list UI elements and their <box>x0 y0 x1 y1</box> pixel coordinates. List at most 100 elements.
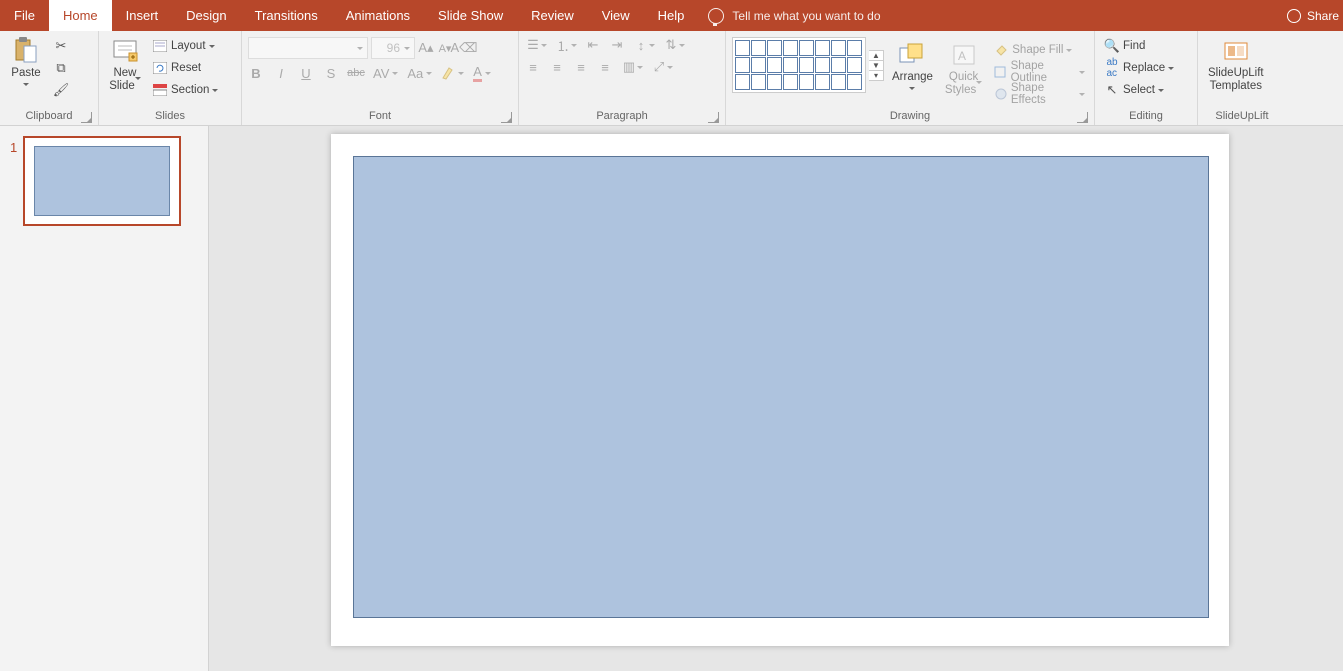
tab-home[interactable]: Home <box>49 0 112 31</box>
group-font: 96 A▴ A▾ A⌫ B I U S abc AV Aa A <box>242 31 519 125</box>
section-icon <box>152 82 168 98</box>
find-button[interactable]: 🔍 Find <box>1101 35 1177 57</box>
shapes-gallery-more[interactable]: ▲ ▼ ▾ <box>869 50 884 81</box>
align-left-button[interactable]: ≡ <box>525 59 541 75</box>
tab-help[interactable]: Help <box>644 0 699 31</box>
shape-fill-button[interactable]: Shape Fill <box>990 39 1088 61</box>
numbering-button[interactable]: ⒈ <box>555 37 571 53</box>
group-paragraph: ☰ ⒈ ⇤ ⇥ ↕ ⇅ ≡ ≡ ≡ ≡ ▥ ⤢ Paragraph <box>519 31 726 125</box>
caret-icon <box>23 83 29 89</box>
new-slide-label1: New <box>113 67 136 80</box>
bulb-icon <box>708 8 724 24</box>
columns-button[interactable]: ▥ <box>621 59 637 75</box>
shape-outline-button[interactable]: Shape Outline <box>990 61 1088 83</box>
align-right-button[interactable]: ≡ <box>573 59 589 75</box>
group-editing: 🔍 Find abac Replace ↖ Select Editing <box>1095 31 1198 125</box>
paragraph-dialog-launcher[interactable] <box>708 112 719 123</box>
tab-animations[interactable]: Animations <box>332 0 424 31</box>
shape-outline-label: Shape Outline <box>1011 60 1076 84</box>
scroll-down-icon[interactable]: ▼ <box>869 61 883 71</box>
scroll-up-icon[interactable]: ▲ <box>869 51 883 61</box>
strike-button[interactable]: abc <box>348 65 364 81</box>
shadow-button[interactable]: S <box>323 65 339 81</box>
caret-icon <box>392 72 398 78</box>
justify-button[interactable]: ≡ <box>597 59 613 75</box>
font-dialog-launcher[interactable] <box>501 112 512 123</box>
format-painter-button[interactable]: 🖌 <box>50 79 72 101</box>
text-direction-button[interactable]: ⇅ <box>663 37 679 53</box>
font-size-combo[interactable]: 96 <box>371 37 415 59</box>
expand-icon[interactable]: ▾ <box>869 71 883 80</box>
cut-icon: ✂ <box>53 38 69 54</box>
menu-tabs: File Home Insert Design Transitions Anim… <box>0 0 1343 31</box>
group-slideuplift-label: SlideUpLift <box>1215 110 1268 122</box>
group-slides-label: Slides <box>155 110 185 122</box>
select-button[interactable]: ↖ Select <box>1101 79 1177 101</box>
new-slide-button[interactable]: New Slide <box>105 33 145 94</box>
caret-icon <box>1066 49 1072 55</box>
group-paragraph-label: Paragraph <box>596 110 647 122</box>
tab-file[interactable]: File <box>0 0 49 31</box>
align-text-button[interactable]: ⤢ <box>651 59 667 75</box>
tab-design[interactable]: Design <box>172 0 240 31</box>
underline-button[interactable]: U <box>298 65 314 81</box>
char-spacing-button[interactable]: AV <box>373 65 398 81</box>
caret-icon <box>404 47 410 53</box>
replace-icon: abac <box>1104 60 1120 76</box>
shapes-gallery[interactable] <box>732 37 866 93</box>
layout-icon <box>152 38 168 54</box>
caret-icon <box>1079 93 1085 99</box>
arrange-icon <box>896 39 928 71</box>
copy-button[interactable]: ⧉ <box>50 57 72 79</box>
paste-label: Paste <box>11 67 40 80</box>
increase-font-icon[interactable]: A▴ <box>418 40 434 56</box>
section-button[interactable]: Section <box>149 79 221 101</box>
group-slides: New Slide Layout Reset Section <box>99 31 242 125</box>
tab-view[interactable]: View <box>588 0 644 31</box>
svg-text:A: A <box>958 49 966 63</box>
tab-insert[interactable]: Insert <box>112 0 173 31</box>
align-center-button[interactable]: ≡ <box>549 59 565 75</box>
slide-background-shape[interactable] <box>353 156 1209 618</box>
tab-review[interactable]: Review <box>517 0 588 31</box>
slide-thumbnail-1[interactable] <box>23 136 181 226</box>
caret-icon <box>357 47 363 53</box>
slideuplift-label2: Templates <box>1210 80 1262 93</box>
share-label: Share <box>1307 9 1339 23</box>
paste-button[interactable]: Paste <box>6 33 46 91</box>
font-color-button[interactable]: A <box>473 65 491 81</box>
change-case-button[interactable]: Aa <box>407 65 432 81</box>
shape-effects-label: Shape Effects <box>1011 82 1076 106</box>
font-name-combo[interactable] <box>248 37 368 59</box>
highlight-button[interactable] <box>441 65 464 81</box>
increase-indent-button[interactable]: ⇥ <box>609 37 625 53</box>
bold-button[interactable]: B <box>248 65 264 81</box>
quick-styles-button[interactable]: A Quick Styles <box>941 37 986 98</box>
tab-transitions[interactable]: Transitions <box>241 0 332 31</box>
layout-button[interactable]: Layout <box>149 35 221 57</box>
italic-button[interactable]: I <box>273 65 289 81</box>
replace-button[interactable]: abac Replace <box>1101 57 1177 79</box>
clear-format-icon[interactable]: A⌫ <box>456 40 472 56</box>
slide-editor[interactable] <box>209 126 1343 671</box>
shape-effects-button[interactable]: Shape Effects <box>990 83 1088 105</box>
share-button[interactable]: Share <box>1287 0 1343 31</box>
tab-slideshow[interactable]: Slide Show <box>424 0 517 31</box>
bullets-button[interactable]: ☰ <box>525 37 541 53</box>
caret-icon <box>649 44 655 50</box>
reset-button[interactable]: Reset <box>149 57 221 79</box>
slideuplift-button[interactable]: SlideUpLift Templates <box>1204 33 1268 94</box>
decrease-indent-button[interactable]: ⇤ <box>585 37 601 53</box>
drawing-dialog-launcher[interactable] <box>1077 112 1088 123</box>
slide-thumbnails-pane: 1 <box>0 126 209 671</box>
caret-icon <box>212 89 218 95</box>
group-editing-label: Editing <box>1129 110 1163 122</box>
caret-icon <box>209 45 215 51</box>
tell-me-search[interactable]: Tell me what you want to do <box>708 0 880 31</box>
cut-button[interactable]: ✂ <box>50 35 72 57</box>
caret-icon <box>667 66 673 72</box>
line-spacing-button[interactable]: ↕ <box>633 37 649 53</box>
clipboard-dialog-launcher[interactable] <box>81 112 92 123</box>
caret-icon <box>1158 89 1164 95</box>
arrange-button[interactable]: Arrange <box>888 37 937 95</box>
